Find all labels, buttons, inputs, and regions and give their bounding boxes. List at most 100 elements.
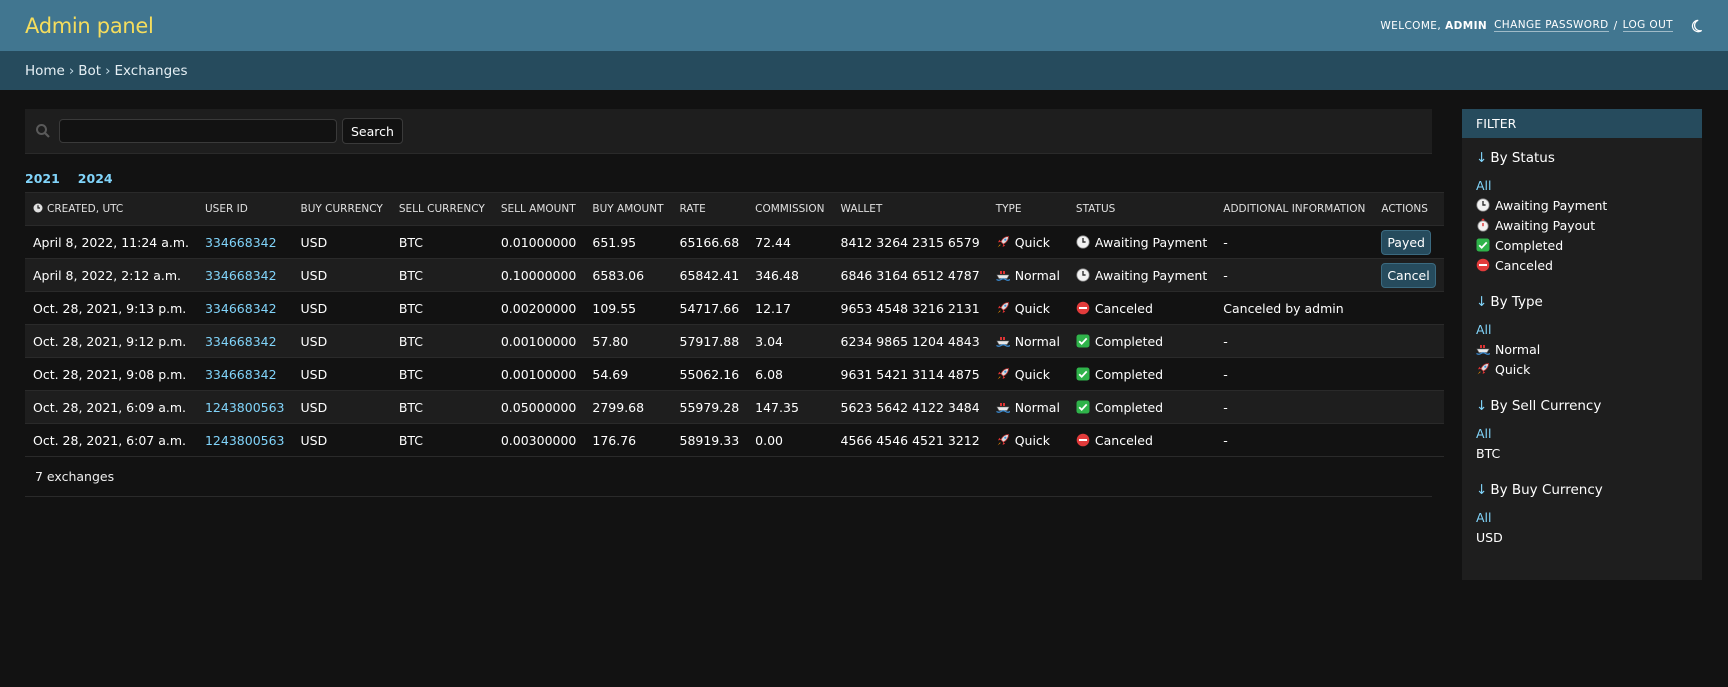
filter-title: Filter <box>1462 109 1702 138</box>
cell-rate: 65842.41 <box>671 258 748 292</box>
logout-link[interactable]: Log out <box>1622 19 1673 32</box>
change-password-link[interactable]: Change password <box>1494 19 1609 32</box>
cell-created: Oct. 28, 2021, 9:13 p.m. <box>25 291 197 325</box>
filter-option-label: All <box>1476 322 1492 337</box>
rocket-icon <box>996 367 1010 381</box>
ship-icon <box>995 268 1010 282</box>
cell-actions <box>1373 423 1444 457</box>
filter-group-by-buy-currency: ↓ By Buy Currency All USD <box>1462 482 1702 548</box>
filter-option-link[interactable]: Canceled <box>1476 258 1553 273</box>
date-hierarchy-year[interactable]: 2021 <box>25 171 60 186</box>
filter-option-link[interactable]: All <box>1476 178 1492 193</box>
user-id-link[interactable]: 1243800563 <box>205 433 285 448</box>
cell-sell-currency: BTC <box>390 291 493 325</box>
column-header-type[interactable]: Type <box>987 192 1068 226</box>
column-header-rate[interactable]: Rate <box>671 192 748 226</box>
filter-option: All <box>1476 508 1688 528</box>
cell-commission: 0.00 <box>747 423 833 457</box>
filter-option-link[interactable]: Awaiting Payout <box>1476 218 1595 233</box>
no-entry-icon <box>1076 301 1090 315</box>
filter-options: All Normal Quick <box>1476 320 1688 380</box>
cell-buy-amount: 109.55 <box>584 291 672 325</box>
rocket-icon <box>996 235 1010 249</box>
user-id-link[interactable]: 334668342 <box>205 367 277 382</box>
cell-actions <box>1373 291 1444 325</box>
cancel-button[interactable]: Cancel <box>1381 262 1436 288</box>
cell-status: Completed <box>1067 357 1216 391</box>
user-id-link[interactable]: 334668342 <box>205 268 277 283</box>
cell-buy-currency: USD <box>292 225 391 259</box>
cell-status: Completed <box>1067 324 1216 358</box>
filter-group-title[interactable]: ↓ By Type <box>1476 294 1688 310</box>
cell-wallet: 6846 3164 6512 4787 <box>832 258 988 292</box>
column-header-wallet[interactable]: Wallet <box>832 192 988 226</box>
column-header-buy-currency[interactable]: Buy currency <box>292 192 391 226</box>
cell-additional-info: - <box>1215 357 1374 391</box>
filter-group-title[interactable]: ↓ By Status <box>1476 150 1688 166</box>
filter-option: All <box>1476 320 1688 340</box>
column-header-status[interactable]: Status <box>1067 192 1216 226</box>
filter-options: All Awaiting Payment Awaiting Payout Comple… <box>1476 176 1688 276</box>
search-button[interactable]: Search <box>342 118 403 144</box>
cell-rate: 55979.28 <box>671 390 748 424</box>
filter-option-link[interactable]: Normal <box>1476 342 1540 357</box>
filter-group-title[interactable]: ↓ By Buy Currency <box>1476 482 1688 498</box>
table-row: Oct. 28, 2021, 6:07 a.m. 1243800563 USD BTC… <box>25 423 1444 457</box>
column-header-sell-amount[interactable]: Sell amount <box>492 192 585 226</box>
breadcrumb: Home › Bot › Exchanges <box>0 51 1728 90</box>
arrow-down-icon: ↓ <box>1476 150 1488 166</box>
breadcrumb-app[interactable]: Bot <box>78 63 101 79</box>
filter-group-title[interactable]: ↓ By Sell Currency <box>1476 398 1688 414</box>
filter-option: USD <box>1476 528 1688 548</box>
column-header-sell-currency[interactable]: Sell currency <box>390 192 493 226</box>
user-id-link[interactable]: 1243800563 <box>205 400 285 415</box>
ship-icon <box>995 334 1010 348</box>
no-entry-icon <box>1076 433 1090 447</box>
cell-rate: 58919.33 <box>671 423 748 457</box>
cell-rate: 54717.66 <box>671 291 748 325</box>
type-label: Normal <box>1014 399 1060 415</box>
table-body: April 8, 2022, 11:24 a.m. 334668342 USD BTC… <box>25 225 1444 457</box>
filter-group-by-type: ↓ By Type All Normal Quick <box>1462 294 1702 380</box>
cell-wallet: 8412 3264 2315 6579 <box>832 225 988 259</box>
cell-status: Awaiting Payment <box>1067 225 1216 259</box>
cell-additional-info: - <box>1215 423 1374 457</box>
date-hierarchy-year[interactable]: 2024 <box>78 171 113 186</box>
filter-option-link[interactable]: All <box>1476 510 1492 525</box>
site-name[interactable]: Admin panel <box>25 14 154 38</box>
user-id-link[interactable]: 334668342 <box>205 301 277 316</box>
rocket-icon <box>996 301 1010 315</box>
column-header-additional-info[interactable]: Additional information <box>1215 192 1374 226</box>
user-id-link[interactable]: 334668342 <box>205 235 277 250</box>
filter-option-link[interactable]: Quick <box>1476 362 1530 377</box>
filter-option-link[interactable]: BTC <box>1476 446 1500 461</box>
breadcrumb-home[interactable]: Home <box>25 63 65 79</box>
table-row: Oct. 28, 2021, 9:08 p.m. 334668342 USD BTC 0… <box>25 357 1444 391</box>
column-header-created[interactable]: Created, UTC <box>25 192 197 226</box>
search-input[interactable] <box>59 119 337 143</box>
theme-toggle-moon-icon[interactable] <box>1689 19 1703 33</box>
filter-option-link[interactable]: All <box>1476 322 1492 337</box>
filter-option-link[interactable]: Awaiting Payment <box>1476 198 1607 213</box>
cell-sell-currency: BTC <box>390 324 493 358</box>
filter-groups: ↓ By Status All Awaiting Payment Awaiting Pa… <box>1462 150 1702 548</box>
cell-created: Oct. 28, 2021, 6:09 a.m. <box>25 390 197 424</box>
user-id-link[interactable]: 334668342 <box>205 334 277 349</box>
cell-additional-info: - <box>1215 324 1374 358</box>
type-label: Normal <box>1014 267 1060 283</box>
payed-button[interactable]: Payed <box>1381 229 1431 255</box>
column-header-buy-amount[interactable]: Buy amount <box>584 192 672 226</box>
ship-icon <box>995 400 1010 414</box>
cell-status: Awaiting Payment <box>1067 258 1216 292</box>
filter-option-link[interactable]: All <box>1476 426 1492 441</box>
filter-option-label: All <box>1476 426 1492 441</box>
status-label: Canceled <box>1094 432 1153 448</box>
column-header-user-id[interactable]: User ID <box>196 192 293 226</box>
column-header-commission[interactable]: Commission <box>747 192 833 226</box>
status-label: Awaiting Payment <box>1094 267 1208 283</box>
cell-sell-amount: 0.01000000 <box>492 225 585 259</box>
filter-option-link[interactable]: Completed <box>1476 238 1563 253</box>
cell-user-id: 334668342 <box>196 291 293 325</box>
filter-option-link[interactable]: USD <box>1476 530 1503 545</box>
filter-option-label: All <box>1476 178 1492 193</box>
